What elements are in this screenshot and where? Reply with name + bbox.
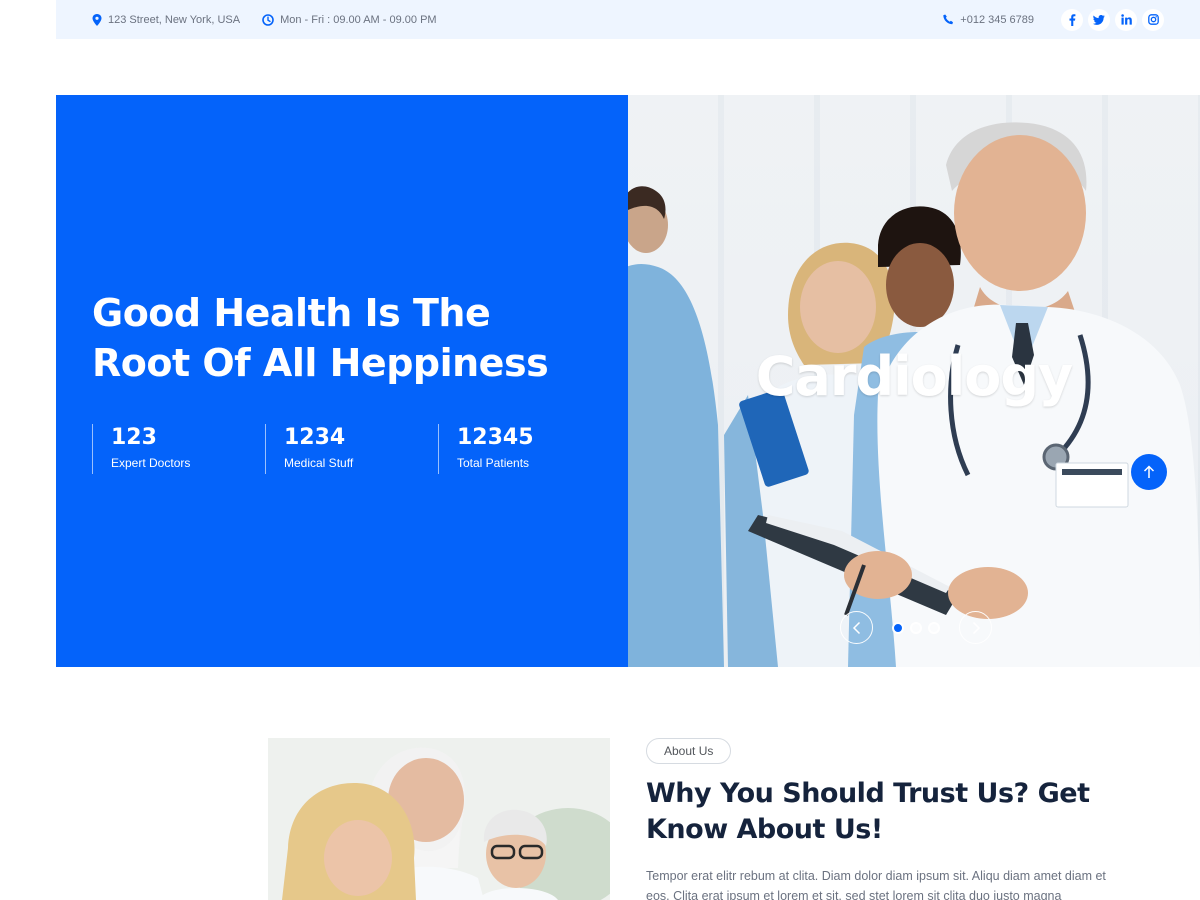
phone-text: +012 345 6789 [960,13,1034,26]
carousel-caption: Cardiology [755,345,1073,408]
stats-row: 123 Expert Doctors 1234 Medical Stuff 12… [92,424,611,474]
about-us-badge: About Us [646,738,732,764]
address-text: 123 Street, New York, USA [108,13,241,26]
stat-expert-doctors: 123 Expert Doctors [92,424,265,474]
about-description: Tempor erat elitr rebum at clita. Diam d… [646,869,1106,900]
instagram-icon[interactable] [1142,8,1164,31]
about-image [268,738,610,900]
stat-number: 12345 [457,425,534,450]
carousel-prev-button[interactable] [840,611,873,644]
carousel-controls [840,611,992,644]
hours-info: Mon - Fri : 09.00 AM - 09.00 PM [262,14,437,26]
address-info: 123 Street, New York, USA [92,13,241,26]
facebook-icon[interactable] [1061,8,1083,31]
hero-carousel-image: Cardiology [628,95,1200,667]
stat-label: Expert Doctors [111,456,191,470]
chevron-right-icon [972,621,980,634]
doctor-with-patients-photo [268,738,610,900]
clock-icon [262,13,274,26]
phone-info[interactable]: +012 345 6789 [943,14,1034,26]
stat-number: 1234 [284,425,346,450]
stat-number: 123 [111,425,157,450]
hero-section: Good Health Is The Root Of All Heppiness… [56,95,1200,667]
top-bar: 123 Street, New York, USA Mon - Fri : 09… [56,0,1200,39]
carousel-dot-1[interactable] [892,621,904,634]
carousel-next-button[interactable] [959,611,992,644]
phone-icon [943,14,954,25]
hero-title: Good Health Is The Root Of All Heppiness [92,291,549,385]
carousel-dots [889,621,943,634]
twitter-icon[interactable] [1088,8,1110,31]
stat-label: Medical Stuff [284,456,354,470]
linkedin-icon[interactable] [1115,8,1137,31]
about-title: Why You Should Trust Us? Get Know About … [646,778,1090,845]
stat-medical-stuff: 1234 Medical Stuff [265,424,438,474]
hero-left-panel: Good Health Is The Root Of All Heppiness… [56,95,628,667]
arrow-up-icon [1143,465,1155,478]
chevron-left-icon [852,621,860,634]
top-bar-left: 123 Street, New York, USA Mon - Fri : 09… [92,13,459,26]
carousel-dot-3[interactable] [928,621,940,634]
back-to-top-button[interactable] [1131,454,1167,490]
hours-text: Mon - Fri : 09.00 AM - 09.00 PM [280,13,437,26]
carousel-dot-2[interactable] [910,621,922,634]
stat-total-patients: 12345 Total Patients [438,424,611,474]
top-bar-right: +012 345 6789 [943,8,1164,31]
map-marker-icon [92,13,102,26]
stat-label: Total Patients [457,456,530,470]
social-links [1056,8,1164,31]
